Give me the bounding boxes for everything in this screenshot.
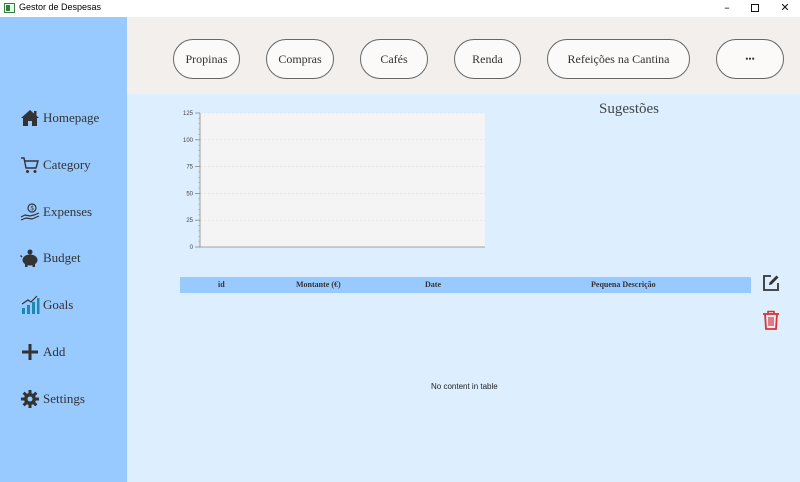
sidebar-item-expenses[interactable]: $ Expenses: [20, 200, 92, 224]
category-button-compras[interactable]: Compras: [266, 39, 334, 79]
bar-chart-icon: [21, 295, 40, 314]
trash-icon[interactable]: [762, 310, 780, 330]
chart-y-tick-label: 0: [190, 245, 194, 251]
maximize-icon: [751, 4, 759, 12]
sidebar-item-add[interactable]: Add: [20, 340, 65, 364]
plus-icon: [22, 344, 38, 360]
category-button-propinas[interactable]: Propinas: [173, 39, 240, 79]
suggestions-title: Sugestões: [599, 101, 659, 117]
sidebar-item-label: Budget: [43, 250, 81, 265]
category-button-cafes[interactable]: Cafés: [360, 39, 428, 79]
sidebar-item-label: Settings: [43, 391, 85, 406]
sidebar-item-label: Expenses: [43, 204, 93, 219]
sidebar-item-goals[interactable]: Goals: [20, 293, 73, 317]
app-icon: [4, 3, 15, 13]
category-button-renda[interactable]: Renda: [454, 39, 521, 79]
sidebar-item-label: Homepage: [43, 110, 100, 125]
gear-icon: [21, 390, 39, 408]
chart-y-tick-label: 25: [186, 218, 193, 224]
sidebar-item-label: Goals: [43, 297, 74, 312]
chart-y-tick-label: 75: [186, 165, 193, 171]
table-empty-message: No content in table: [431, 382, 498, 391]
column-header-descricao[interactable]: Pequena Descrição: [591, 280, 656, 289]
sidebar-item-category[interactable]: Category: [20, 153, 91, 177]
cart-icon: [21, 157, 39, 173]
chart-y-tick-label: 125: [183, 111, 194, 117]
edit-icon[interactable]: [762, 274, 780, 292]
category-button-refeicoes-na-cantina[interactable]: Refeições na Cantina: [547, 39, 690, 79]
expenses-table-header: id Montante (€) Date Pequena Descrição: [180, 277, 751, 293]
window-title: Gestor de Despesas: [19, 2, 102, 12]
money-hand-icon: $: [20, 203, 40, 221]
minimize-button[interactable]: –: [712, 0, 742, 17]
column-header-date[interactable]: Date: [425, 280, 441, 289]
sidebar-item-budget[interactable]: Budget: [20, 246, 81, 270]
window-titlebar: Gestor de Despesas – ✕: [0, 0, 800, 17]
more-categories-button[interactable]: •••: [716, 39, 784, 79]
chart-y-tick-label: 100: [183, 138, 194, 144]
close-button[interactable]: ✕: [770, 0, 800, 17]
chart-plot-area: [200, 113, 485, 247]
chart-svg: 125 100 75 50 25 0: [183, 111, 485, 251]
sidebar-item-settings[interactable]: Settings: [20, 387, 85, 411]
svg-text:$: $: [30, 205, 34, 212]
expenses-chart: 125 100 75 50 25 0: [175, 110, 487, 252]
home-icon: [21, 110, 39, 126]
column-header-montante[interactable]: Montante (€): [296, 280, 341, 289]
sidebar-item-homepage[interactable]: Homepage: [20, 106, 99, 130]
piggy-bank-icon: [20, 249, 38, 267]
chart-y-tick-label: 50: [186, 191, 193, 197]
sidebar-item-label: Category: [43, 157, 91, 172]
maximize-button[interactable]: [740, 0, 770, 17]
column-header-id[interactable]: id: [218, 280, 225, 289]
sidebar-item-label: Add: [43, 344, 66, 359]
